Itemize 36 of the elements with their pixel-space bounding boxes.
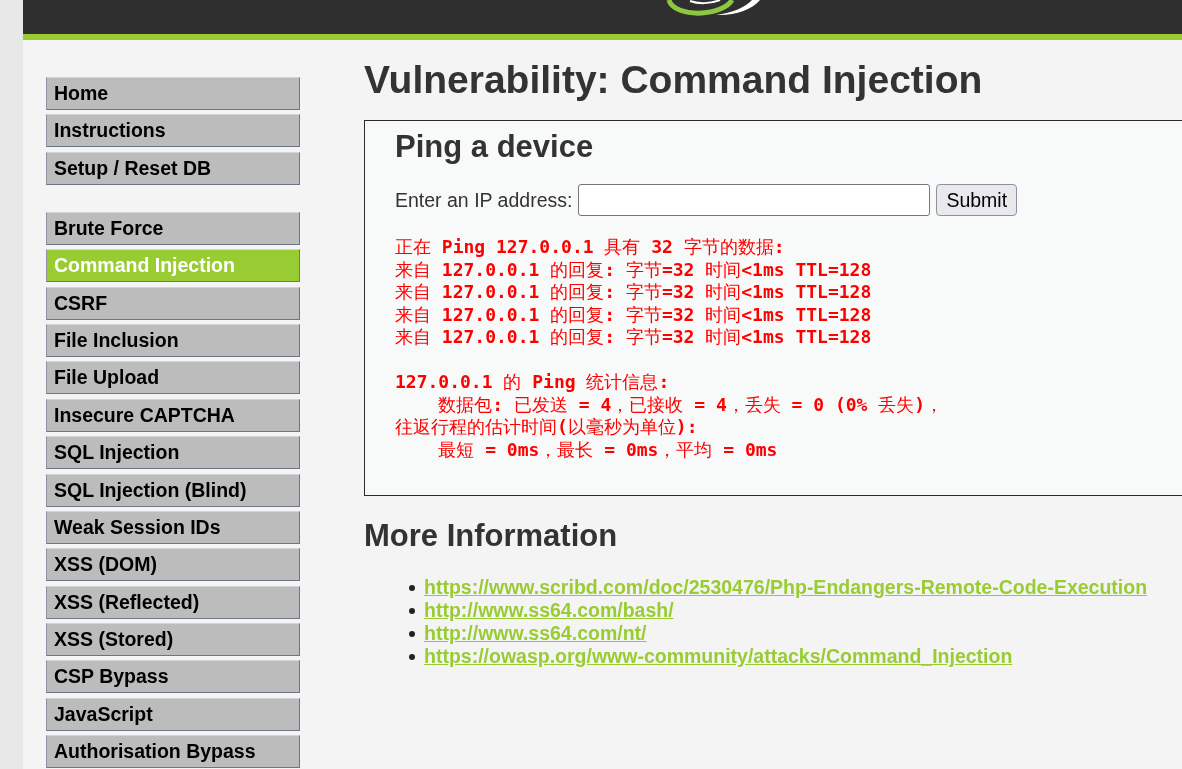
ping-output-line: 127.0.0.1 的 Ping 统计信息: bbox=[395, 371, 670, 394]
nav-menu-item[interactable]: CSP Bypass bbox=[46, 660, 300, 694]
nav-menu-item[interactable]: Brute Force bbox=[46, 211, 300, 245]
nav-menu-item[interactable]: XSS (Stored) bbox=[46, 623, 300, 657]
ping-output-line: 数据包: 已发送 = 4，已接收 = 4，丢失 = 0 (0% 丢失)， bbox=[437, 393, 944, 416]
page-title: Vulnerability: Command Injection bbox=[364, 57, 984, 102]
nav-menu-item[interactable]: Setup / Reset DB bbox=[46, 151, 300, 185]
nav-menu-item[interactable]: File Upload bbox=[46, 361, 300, 395]
nav-menu-item[interactable]: CSRF bbox=[46, 286, 300, 320]
ip-address-field[interactable] bbox=[578, 184, 931, 216]
panel-heading: Ping a device bbox=[395, 129, 595, 165]
bullet-icon bbox=[409, 653, 415, 660]
nav-menu-item[interactable]: Insecure CAPTCHA bbox=[46, 398, 300, 432]
bullet-icon bbox=[409, 584, 415, 591]
ping-output-line: 最短 = 0ms，最长 = 0ms，平均 = 0ms bbox=[437, 438, 778, 461]
nav-menu-item[interactable]: JavaScript bbox=[46, 697, 300, 731]
nav-menu-item[interactable]: XSS (DOM) bbox=[46, 548, 300, 582]
nav-menu-item[interactable]: Instructions bbox=[46, 114, 300, 148]
section-heading: More Information bbox=[364, 518, 619, 554]
nav-menu-item[interactable]: Weak Session IDs bbox=[46, 510, 300, 544]
nav-menu-item[interactable]: Home bbox=[46, 77, 300, 110]
ping-output-line: 往返行程的估计时间(以毫秒为单位): bbox=[395, 416, 698, 439]
ping-output-line: 来自 127.0.0.1 的回复: 字节=32 时间<1ms TTL=128 bbox=[395, 303, 872, 326]
nav-menu-item[interactable]: SQL Injection bbox=[46, 436, 300, 470]
nav-menu-item[interactable]: File Inclusion bbox=[46, 323, 300, 357]
nav-menu-item[interactable]: SQL Injection (Blind) bbox=[46, 473, 300, 507]
bullet-icon bbox=[409, 630, 415, 637]
nav-menu-item[interactable]: XSS (Reflected) bbox=[46, 585, 300, 619]
ping-output-line: 来自 127.0.0.1 的回复: 字节=32 时间<1ms TTL=128 bbox=[395, 258, 872, 281]
ip-address-label: Enter an IP address: bbox=[395, 188, 573, 212]
ping-output-line: 来自 127.0.0.1 的回复: 字节=32 时间<1ms TTL=128 bbox=[395, 326, 872, 349]
nav-menu-item[interactable]: Authorisation Bypass bbox=[46, 735, 300, 769]
submit-button[interactable]: Submit bbox=[936, 184, 1018, 216]
ping-output-line: 正在 Ping 127.0.0.1 具有 32 字节的数据: bbox=[395, 236, 785, 259]
ping-output-line: 来自 127.0.0.1 的回复: 字节=32 时间<1ms TTL=128 bbox=[395, 281, 872, 304]
bullet-icon bbox=[409, 607, 415, 614]
